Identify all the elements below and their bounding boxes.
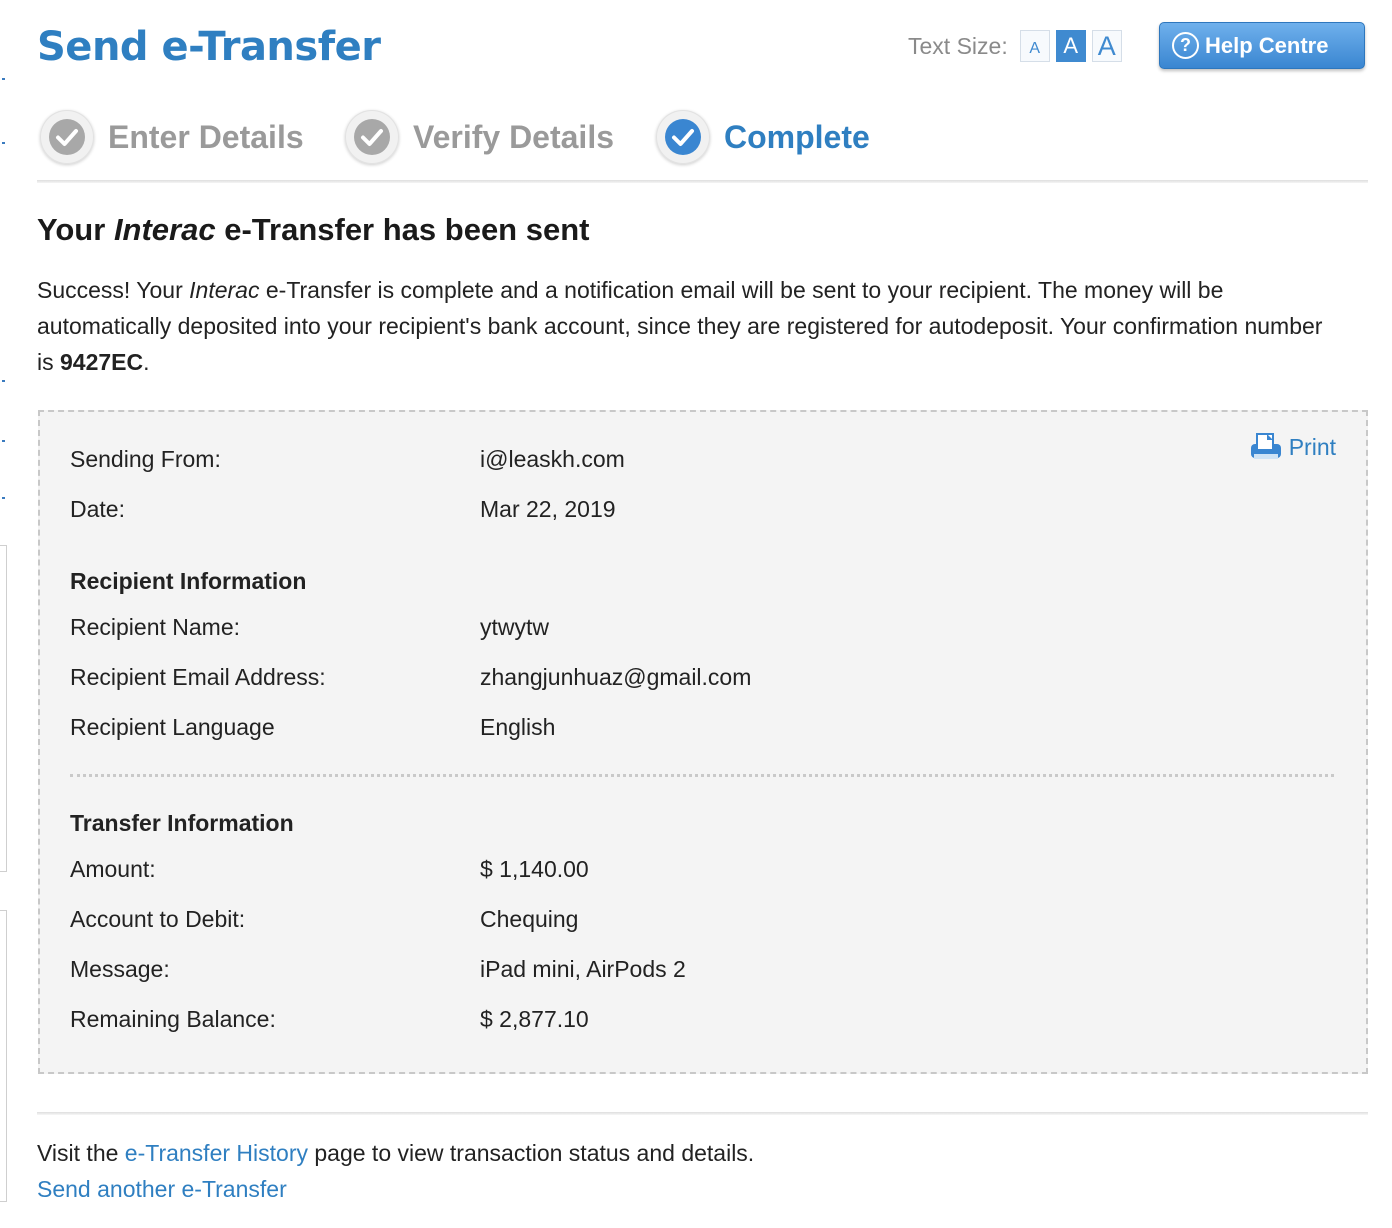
- confirmation-heading: Your Interac e-Transfer has been sent: [37, 212, 589, 248]
- text-size-large-button[interactable]: A: [1091, 30, 1122, 62]
- field-label: Date:: [70, 496, 125, 522]
- edge-marker: [2, 440, 5, 442]
- footer-text: Visit the: [37, 1140, 125, 1166]
- edge-panel: [0, 910, 7, 1202]
- confirmation-number: 9427EC: [60, 349, 144, 375]
- message-brand: Interac: [189, 277, 260, 303]
- account-value: Chequing: [480, 906, 579, 932]
- divider: [37, 1112, 1368, 1115]
- step-label: Complete: [724, 118, 870, 155]
- recipient-name-value: ytwytw: [480, 614, 549, 640]
- help-centre-button[interactable]: ? Help Centre: [1159, 22, 1365, 69]
- heading-text: e-Transfer has been sent: [215, 212, 590, 247]
- text-size-small-button[interactable]: A: [1019, 30, 1050, 62]
- transfer-details-panel: Print Sending From: i@leaskh.com Date: M…: [38, 410, 1368, 1074]
- field-label: Recipient Name:: [70, 614, 241, 640]
- text-size-label: Text Size:: [908, 32, 1008, 59]
- text-size-control: Text Size: A A A: [908, 30, 1128, 62]
- edge-marker: [2, 78, 5, 80]
- confirmation-message: Success! Your Interac e-Transfer is comp…: [37, 272, 1337, 380]
- recipient-section-heading: Recipient Information: [70, 568, 307, 594]
- field-label: Remaining Balance:: [70, 1006, 276, 1032]
- step-complete: Complete: [656, 110, 870, 164]
- page-title: Send e-Transfer: [37, 24, 381, 70]
- heading-brand: Interac: [113, 212, 216, 247]
- check-icon: [656, 110, 710, 164]
- field-label: Recipient Language: [70, 714, 275, 740]
- dotted-divider: [70, 774, 1334, 777]
- progress-steps: Enter Details Verify Details Complete: [40, 110, 1370, 166]
- step-enter-details: Enter Details: [40, 110, 304, 164]
- message-value: iPad mini, AirPods 2: [480, 956, 686, 982]
- printer-icon: [1250, 433, 1281, 459]
- field-label: Sending From:: [70, 446, 221, 472]
- recipient-language-value: English: [480, 714, 556, 740]
- amount-value: $ 1,140.00: [480, 856, 589, 882]
- divider: [37, 180, 1368, 183]
- transfer-section-heading: Transfer Information: [70, 810, 294, 836]
- sending-from-value: i@leaskh.com: [480, 446, 625, 472]
- edge-marker: [2, 142, 5, 144]
- balance-value: $ 2,877.10: [480, 1006, 589, 1032]
- step-label: Enter Details: [108, 118, 304, 155]
- etransfer-history-link[interactable]: e-Transfer History: [125, 1140, 308, 1166]
- edge-marker: [2, 380, 5, 382]
- date-value: Mar 22, 2019: [480, 496, 616, 522]
- check-icon: [345, 110, 399, 164]
- field-label: Message:: [70, 956, 170, 982]
- field-label: Amount:: [70, 856, 156, 882]
- field-label: Account to Debit:: [70, 906, 246, 932]
- message-text: .: [143, 349, 150, 375]
- footer-text: page to view transaction status and deta…: [307, 1140, 755, 1166]
- check-icon: [40, 110, 94, 164]
- recipient-email-value: zhangjunhuaz@gmail.com: [480, 664, 752, 690]
- print-link[interactable]: Print: [1249, 432, 1336, 462]
- edge-panel: [0, 545, 7, 872]
- send-another-link[interactable]: Send another e-Transfer: [37, 1176, 287, 1203]
- print-label: Print: [1288, 433, 1336, 460]
- heading-text: Your: [37, 212, 114, 247]
- message-text: Success! Your: [37, 277, 190, 303]
- edge-marker: [2, 497, 5, 499]
- question-icon: ?: [1172, 32, 1199, 59]
- help-centre-label: Help Centre: [1205, 32, 1329, 58]
- history-note: Visit the e-Transfer History page to vie…: [37, 1140, 754, 1167]
- step-verify-details: Verify Details: [345, 110, 614, 164]
- field-label: Recipient Email Address:: [70, 664, 326, 690]
- step-label: Verify Details: [413, 118, 614, 155]
- text-size-medium-button[interactable]: A: [1055, 30, 1086, 62]
